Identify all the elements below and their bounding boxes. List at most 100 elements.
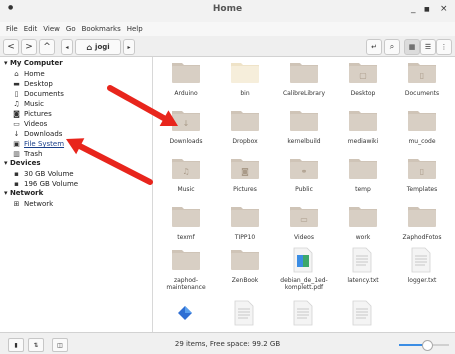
folder-tipp10[interactable]: TIPP10 bbox=[216, 204, 274, 250]
list-view-button[interactable]: ☰ bbox=[420, 39, 436, 55]
back-button[interactable]: < bbox=[3, 39, 19, 55]
svg-text:◙: ◙ bbox=[241, 167, 249, 176]
folder-mediawiki[interactable]: mediawiki bbox=[334, 108, 392, 154]
folder-arduino[interactable]: Arduino bbox=[157, 60, 215, 106]
sidebar-item-label: Videos bbox=[24, 120, 48, 128]
file-label: Music bbox=[177, 186, 195, 193]
file-label: work bbox=[355, 234, 371, 241]
icon-view-button[interactable]: ▦ bbox=[404, 39, 420, 55]
file-label: Templates bbox=[406, 186, 438, 193]
minimize-button[interactable]: _ bbox=[411, 4, 416, 14]
home-icon: ⌂ bbox=[14, 70, 19, 78]
zoom-slider-knob[interactable] bbox=[421, 340, 433, 351]
file-label: ZenBook bbox=[231, 277, 259, 284]
folder-downloads[interactable]: ↓ Downloads bbox=[157, 108, 215, 154]
file-logger-txt[interactable]: logger.txt bbox=[393, 247, 451, 293]
svg-text:▢: ▢ bbox=[359, 71, 367, 80]
path-right-icon[interactable]: ▸ bbox=[123, 39, 135, 55]
sidebar-section-my-computer[interactable]: ▾ My Computer bbox=[4, 59, 63, 67]
status-text: 29 items, Free space: 99.2 GB bbox=[174, 340, 281, 348]
svg-text:▭: ▭ bbox=[300, 215, 308, 224]
sidebar-item-music[interactable]: ♫ Music bbox=[12, 99, 44, 109]
folder-desktop[interactable]: ▢ Desktop bbox=[334, 60, 392, 106]
sidebar-item-30-gb-volume[interactable]: ▪ 30 GB Volume bbox=[12, 169, 74, 179]
sidebar-item-pictures[interactable]: ◙ Pictures bbox=[12, 109, 52, 119]
path-left-icon[interactable]: ◂ bbox=[61, 39, 73, 55]
folder-public[interactable]: ⚭ Public bbox=[275, 156, 333, 202]
sidebar-item-file-system[interactable]: ▣ File System bbox=[12, 139, 64, 149]
sidebar-item-label: 30 GB Volume bbox=[24, 170, 74, 178]
folder-calibrelibrary[interactable]: CalibreLibrary bbox=[275, 60, 333, 106]
menu-edit[interactable]: Edit bbox=[24, 25, 38, 33]
sidebar-item-trash[interactable]: ▥ Trash bbox=[12, 149, 42, 159]
toolbar: < > ^ ◂ ⌂ jogi ▸ ↵ ⌕ ▦ ☰ ⋮ bbox=[0, 36, 455, 57]
sidebar-item-videos[interactable]: ▭ Videos bbox=[12, 119, 47, 129]
menu-go[interactable]: Go bbox=[66, 25, 76, 33]
folder-videos[interactable]: ▭ Videos bbox=[275, 204, 333, 250]
folder-temp[interactable]: temp bbox=[334, 156, 392, 202]
folder-documents[interactable]: ▯ Documents bbox=[393, 60, 451, 106]
folder-pictures[interactable]: ◙ Pictures bbox=[216, 156, 274, 202]
folder-templates[interactable]: ▯ Templates bbox=[393, 156, 451, 202]
folder-texmf[interactable]: texmf bbox=[157, 204, 215, 250]
folder-bin[interactable]: bin bbox=[216, 60, 274, 106]
folder-zaphod-maintenance[interactable]: zaphod-maintenance bbox=[157, 247, 215, 293]
file-label: Pictures bbox=[233, 186, 257, 193]
file-item-27[interactable] bbox=[275, 300, 333, 332]
close-button[interactable]: × bbox=[440, 4, 448, 14]
sidebar-section-title: Devices bbox=[9, 159, 41, 167]
menu-bookmarks[interactable]: Bookmarks bbox=[82, 25, 121, 33]
sidebar-item-label: Home bbox=[24, 70, 45, 78]
folder-music[interactable]: ♫ Music bbox=[157, 156, 215, 202]
sidebar-item-documents[interactable]: ▯ Documents bbox=[12, 89, 64, 99]
file-label: temp bbox=[355, 186, 371, 193]
compact-view-button[interactable]: ⋮ bbox=[436, 39, 452, 55]
folder-zaphodfotos[interactable]: ZaphodFotos bbox=[393, 204, 451, 250]
svg-text:⚭: ⚭ bbox=[301, 167, 308, 176]
folder-dropbox[interactable]: Dropbox bbox=[216, 108, 274, 154]
menu-view[interactable]: View bbox=[43, 25, 60, 33]
sidebar-item-home[interactable]: ⌂ Home bbox=[12, 69, 45, 79]
sidebar-item-desktop[interactable]: ▬ Desktop bbox=[12, 79, 53, 89]
search-button[interactable]: ⌕ bbox=[384, 39, 400, 55]
sidebar-item-label: Network bbox=[24, 200, 54, 208]
path-bar-home[interactable]: ⌂ jogi bbox=[75, 39, 121, 55]
folder-kernelbuild[interactable]: kernelbuild bbox=[275, 108, 333, 154]
sidebar-item-label: 196 GB Volume bbox=[24, 180, 79, 188]
file-item-25[interactable] bbox=[157, 300, 215, 332]
maximize-button[interactable]: ■ bbox=[424, 6, 430, 13]
file-grid: Arduino bin CalibreLibrary ▢ Desktop ▯ Documen… bbox=[153, 57, 455, 332]
file-debian-de-1ed-komplett-pdf[interactable]: debian_de_1ed-komplett.pdf bbox=[275, 247, 333, 293]
sidebar-section-network[interactable]: ▾ Network bbox=[4, 189, 43, 197]
file-item-26[interactable] bbox=[216, 300, 274, 332]
folder-mu-code[interactable]: mu_code bbox=[393, 108, 451, 154]
svg-text:▯: ▯ bbox=[420, 71, 424, 80]
file-latency-txt[interactable]: latency.txt bbox=[334, 247, 392, 293]
file-label: Desktop bbox=[350, 90, 376, 97]
sidebar-item-downloads[interactable]: ↓ Downloads bbox=[12, 129, 63, 139]
file-item-28[interactable] bbox=[334, 300, 392, 332]
filesystem-icon: ▣ bbox=[13, 140, 20, 148]
path-label: jogi bbox=[95, 43, 110, 51]
forward-button[interactable]: > bbox=[21, 39, 37, 55]
file-label: zaphod-maintenance bbox=[166, 277, 206, 291]
menu-help[interactable]: Help bbox=[127, 25, 143, 33]
drive-icon: ▪ bbox=[14, 170, 19, 178]
folder-zenbook[interactable]: ZenBook bbox=[216, 247, 274, 293]
menu-file[interactable]: File bbox=[6, 25, 18, 33]
sidebar-item-196-gb-volume[interactable]: ▪ 196 GB Volume bbox=[12, 179, 78, 189]
status-bar: ▮ ⇅ ◫ 29 items, Free space: 99.2 GB bbox=[0, 332, 455, 354]
file-label: texmf bbox=[177, 234, 195, 241]
sidebar-item-network[interactable]: ⊞ Network bbox=[12, 199, 54, 209]
up-button[interactable]: ^ bbox=[39, 39, 55, 55]
folder-work[interactable]: work bbox=[334, 204, 392, 250]
sidebar-item-label: Desktop bbox=[24, 80, 53, 88]
sidebar-section-title: My Computer bbox=[9, 59, 63, 67]
file-label: Public bbox=[295, 186, 313, 193]
file-label: Videos bbox=[294, 234, 314, 241]
svg-text:▯: ▯ bbox=[420, 167, 424, 176]
location-toggle-button[interactable]: ↵ bbox=[366, 39, 382, 55]
sidebar-section-devices[interactable]: ▾ Devices bbox=[4, 159, 41, 167]
network-icon: ⊞ bbox=[13, 200, 20, 208]
zoom-slider[interactable] bbox=[399, 340, 449, 351]
